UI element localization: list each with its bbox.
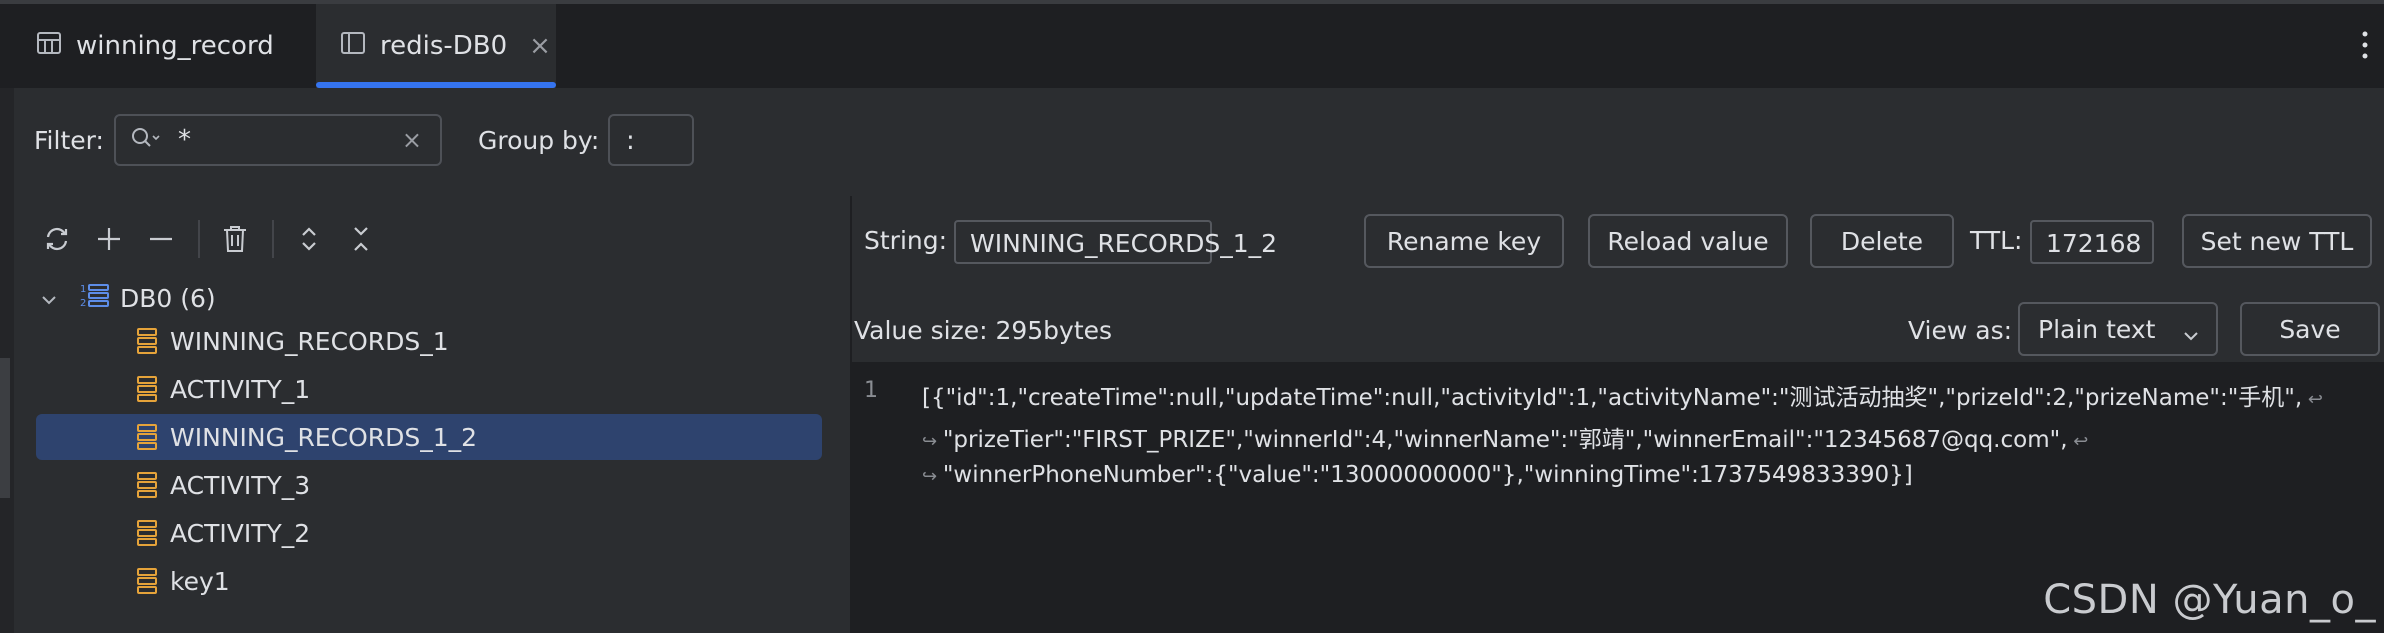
tab-winning-record[interactable]: winning_record (36, 4, 274, 88)
chevron-down-icon (2182, 320, 2200, 349)
key-icon (136, 374, 158, 410)
view-as-value: Plain text (2038, 314, 2156, 344)
database-icon: 12 (80, 281, 110, 315)
value-line[interactable]: ↪ "winnerPhoneNumber":{"value":"13000000… (922, 462, 1913, 488)
filter-value: * (178, 125, 191, 155)
watermark: CSDN @Yuan_o_ (2043, 577, 2376, 623)
value-text: [{"id":1,"createTime":null,"updateTime":… (922, 385, 2303, 411)
key-icon (136, 326, 158, 362)
filter-label: Filter: (34, 126, 104, 155)
svg-text:1: 1 (80, 284, 86, 295)
scrollbar-thumb[interactable] (0, 358, 10, 498)
groupby-label: Group by: (478, 126, 600, 155)
soft-wrap-continue-icon: ↪ (922, 431, 943, 452)
key-name-field[interactable]: WINNING_RECORDS_1_2 (954, 220, 1277, 264)
soft-wrap-icon: ↩ (2067, 431, 2089, 452)
save-button[interactable]: Save (2240, 302, 2380, 356)
tree-item-key[interactable]: WINNING_RECORDS_1 (36, 318, 822, 364)
tree-item-key[interactable]: ACTIVITY_2 (36, 510, 822, 556)
soft-wrap-continue-icon: ↪ (922, 466, 943, 487)
soft-wrap-icon: ↩ (2302, 389, 2324, 410)
key-icon (136, 470, 158, 506)
left-scrollbar[interactable] (0, 88, 14, 633)
value-text: "prizeTier":"FIRST_PRIZE","winnerId":4,"… (942, 427, 2068, 453)
console-icon (340, 30, 366, 63)
tree-item-key-selected[interactable]: WINNING_RECORDS_1_2 (36, 414, 822, 460)
value-line[interactable]: [{"id":1,"createTime":null,"updateTime":… (922, 378, 2323, 412)
trash-icon[interactable] (212, 216, 258, 262)
value-detail-panel: String: WINNING_RECORDS_1_2 Rename key R… (852, 196, 2384, 633)
svg-text:2: 2 (80, 298, 86, 309)
key-icon (136, 422, 158, 458)
reload-value-button[interactable]: Reload value (1588, 214, 1788, 268)
more-options-icon[interactable] (2360, 30, 2370, 60)
remove-icon[interactable] (138, 216, 184, 262)
key-tree-panel: 12 DB0 (6) WINNING_RECORDS_1 ACTIVITY_1 … (14, 196, 850, 633)
value-line[interactable]: ↪ "prizeTier":"FIRST_PRIZE","winnerId":4… (922, 420, 2088, 454)
clear-filter-icon[interactable]: × (402, 126, 422, 154)
tree-root-label: DB0 (6) (120, 283, 216, 313)
line-number: 1 (864, 378, 878, 403)
refresh-icon[interactable] (34, 216, 80, 262)
tree-toolbar (34, 216, 390, 262)
tree-item-label: ACTIVITY_3 (170, 470, 311, 500)
ttl-label: TTL: (1970, 226, 2023, 255)
groupby-input[interactable]: : (608, 114, 694, 166)
expand-all-icon[interactable] (286, 216, 332, 262)
key-icon (136, 518, 158, 554)
tree-item-key[interactable]: ACTIVITY_3 (36, 462, 822, 508)
rename-key-button[interactable]: Rename key (1364, 214, 1564, 268)
key-icon (136, 566, 158, 602)
close-icon[interactable]: × (529, 31, 551, 61)
search-icon[interactable] (130, 126, 162, 154)
tree-item-label: key1 (170, 566, 230, 596)
tree-root-db0[interactable]: 12 DB0 (6) (40, 278, 216, 318)
add-icon[interactable] (86, 216, 132, 262)
set-ttl-button[interactable]: Set new TTL (2182, 214, 2372, 268)
filter-input[interactable]: * × (114, 114, 442, 166)
ttl-field[interactable]: 172168 (2030, 220, 2154, 264)
tree-item-label: WINNING_RECORDS_1 (170, 326, 449, 356)
filter-row: Filter: * × Group by: : (14, 88, 2384, 196)
view-as-label: View as: (1908, 316, 2013, 345)
view-as-select[interactable]: Plain text (2018, 302, 2218, 356)
type-label: String: (864, 226, 948, 255)
tree-item-key[interactable]: key1 (36, 558, 822, 604)
toolbar-separator (272, 220, 274, 258)
tree-item-label: ACTIVITY_1 (170, 374, 311, 404)
tab-redis-db0[interactable]: redis-DB0 × (316, 4, 556, 88)
collapse-all-icon[interactable] (338, 216, 384, 262)
tree-item-label: WINNING_RECORDS_1_2 (170, 422, 478, 452)
editor-gutter (852, 362, 919, 633)
tree-item-label: ACTIVITY_2 (170, 518, 311, 548)
value-size-label: Value size: 295bytes (854, 316, 1113, 345)
table-icon (36, 30, 62, 63)
tab-label: winning_record (76, 31, 274, 61)
value-text: "winnerPhoneNumber":{"value":"1300000000… (942, 462, 1913, 488)
chevron-down-icon[interactable] (40, 284, 58, 313)
tab-bar: winning_record redis-DB0 × (0, 0, 2384, 88)
toolbar-separator (198, 220, 200, 258)
tree-item-key[interactable]: ACTIVITY_1 (36, 366, 822, 412)
tab-label: redis-DB0 (380, 31, 508, 61)
delete-button[interactable]: Delete (1810, 214, 1954, 268)
